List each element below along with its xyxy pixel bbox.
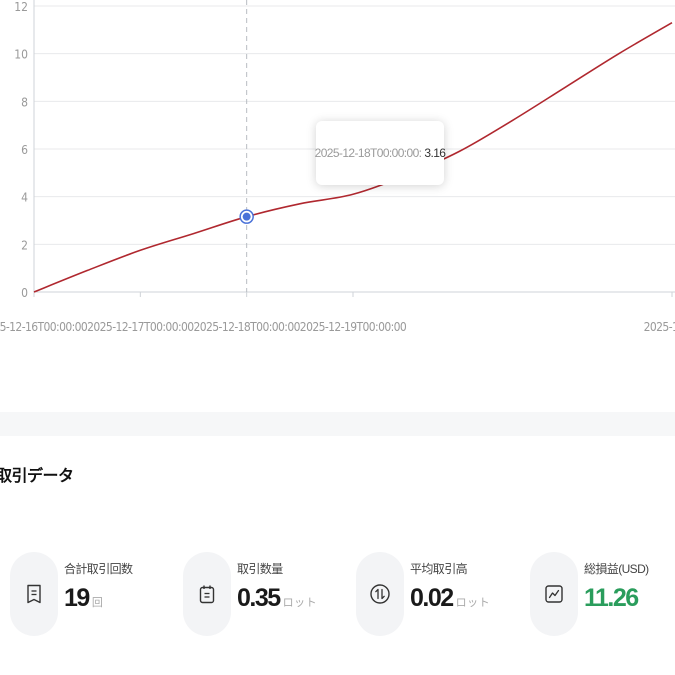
y-tick-label: 12 (14, 0, 28, 14)
y-tick-label: 10 (14, 48, 28, 62)
tooltip-key: 2025-12-18T00:00:00: (314, 146, 422, 160)
y-tick-label: 0 (21, 286, 28, 300)
x-tick-label: 2025-12-17T00:00:00 (87, 320, 194, 334)
stat-unit: 回 (91, 597, 104, 609)
highlight-point (242, 212, 251, 221)
document-icon (10, 552, 58, 636)
stat-unit: ロット (455, 597, 491, 609)
stat-label: 合計取引回数 (64, 562, 133, 576)
chart-tooltip: 2025-12-18T00:00:00: 3.16 (314, 121, 446, 185)
stat-value: 0.35 (237, 584, 281, 612)
stat-label: 取引数量 (237, 562, 283, 576)
y-tick-label: 8 (21, 95, 28, 109)
x-tick-label: 2025-12-16T00:00:00 (0, 320, 88, 334)
pnl-line-chart: 0 2 4 6 8 10 12 2025-12-16T00:00:002025-12-17T0… (0, 0, 675, 345)
x-tick-label: 2025-12-18T00:00:00 (193, 320, 300, 334)
stat-label: 総損益(USD) (584, 562, 649, 576)
trend-chart-icon (530, 552, 578, 636)
swap-arrows-icon (356, 552, 404, 636)
stat-value: 11.26 (584, 584, 639, 612)
section-divider-band (0, 412, 675, 436)
tooltip-value: 3.16 (424, 146, 446, 160)
y-tick-label: 6 (21, 143, 28, 157)
stat-unit: ロット (282, 597, 318, 609)
stat-value: 0.02 (410, 584, 454, 612)
y-tick-label: 2 (21, 238, 28, 252)
stat-label: 平均取引高 (410, 562, 468, 576)
y-tick-label: 4 (21, 191, 28, 205)
x-tick-label: 2025-12-22 (644, 320, 675, 334)
stat-value: 19 (64, 584, 90, 612)
x-tick-label: 2025-12-19T00:00:00 (300, 320, 407, 334)
section-title: 取引データ (0, 468, 74, 485)
calendar-icon (183, 552, 231, 636)
